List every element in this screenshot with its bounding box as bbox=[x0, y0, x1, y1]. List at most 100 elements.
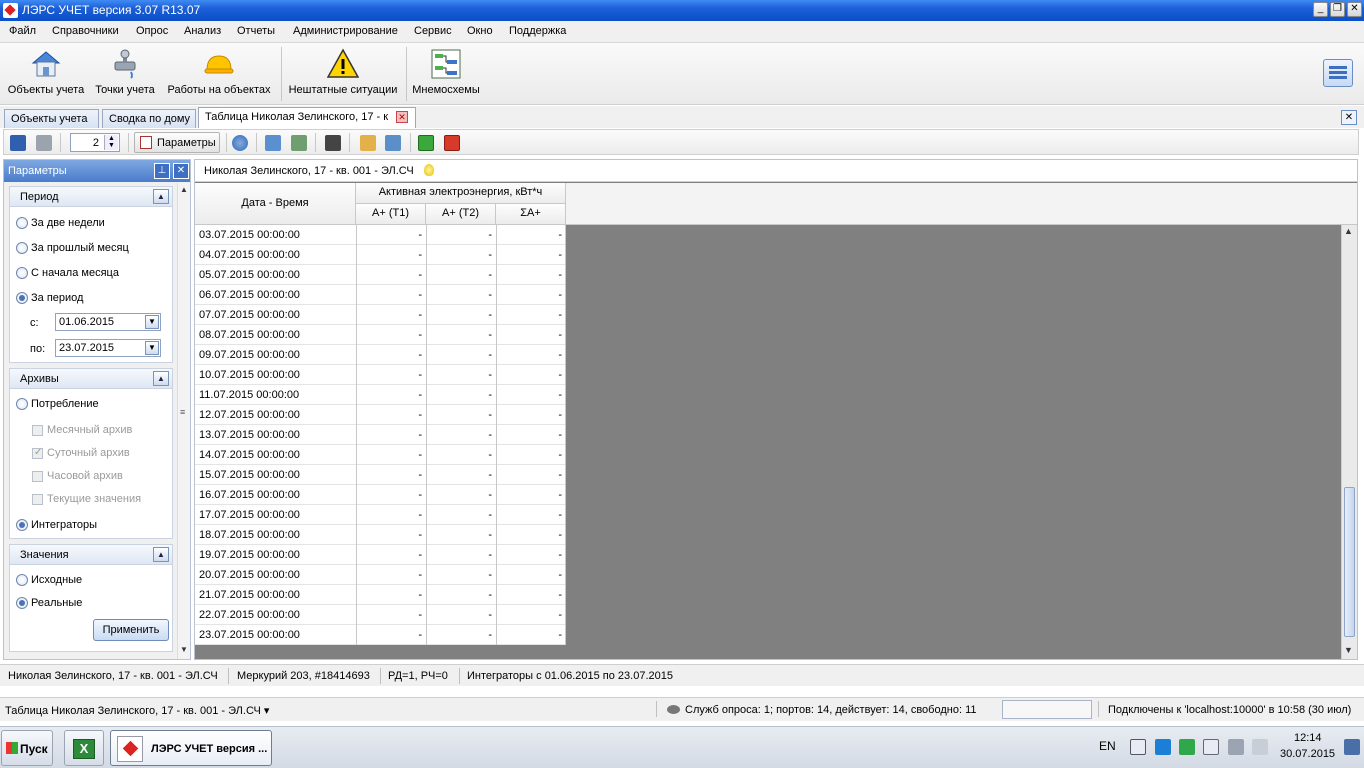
close-window-button[interactable]: ✕ bbox=[1347, 2, 1362, 17]
table-row[interactable]: 14.07.2015 00:00:00 - - - bbox=[195, 445, 566, 465]
menu-analysis[interactable]: Анализ bbox=[184, 25, 221, 37]
scroll-down-icon[interactable]: ▼ bbox=[1344, 645, 1353, 655]
excel-taskbar-button[interactable]: X bbox=[64, 730, 104, 766]
checkbox-hourly[interactable] bbox=[32, 471, 43, 482]
scroll-grip-icon[interactable]: ≡ bbox=[180, 407, 185, 417]
date-from-field[interactable]: 01.06.2015 ▼ bbox=[55, 313, 161, 331]
table-row[interactable]: 07.07.2015 00:00:00 - - - bbox=[195, 305, 566, 325]
table-row[interactable]: 23.07.2015 00:00:00 - - - bbox=[195, 625, 566, 645]
table-row[interactable]: 13.07.2015 00:00:00 - - - bbox=[195, 425, 566, 445]
pin-icon[interactable]: ⊥ bbox=[154, 163, 170, 179]
lers-taskbar-button[interactable]: ЛЭРС УЧЕТ версия ... bbox=[110, 730, 272, 766]
params-button[interactable]: Параметры bbox=[134, 132, 220, 153]
radio-period[interactable] bbox=[16, 292, 28, 304]
table-row[interactable]: 17.07.2015 00:00:00 - - - bbox=[195, 505, 566, 525]
scroll-up-icon[interactable]: ▲ bbox=[178, 185, 190, 197]
tab-objects[interactable]: Объекты учета bbox=[4, 109, 99, 128]
volume-icon[interactable] bbox=[1252, 739, 1268, 755]
precision-spinner[interactable]: 2 ▲ ▼ bbox=[70, 133, 120, 152]
radio-source-values[interactable] bbox=[16, 574, 28, 586]
print-icon[interactable] bbox=[36, 135, 52, 151]
collapse-icon[interactable]: ▲ bbox=[153, 189, 169, 204]
scroll-thumb[interactable] bbox=[1344, 487, 1355, 637]
start-button[interactable]: Пуск bbox=[1, 730, 53, 766]
menu-polling[interactable]: Опрос bbox=[136, 25, 168, 37]
radio-two-weeks[interactable] bbox=[16, 217, 28, 229]
skype-icon[interactable] bbox=[1155, 739, 1171, 755]
table-row[interactable]: 18.07.2015 00:00:00 - - - bbox=[195, 525, 566, 545]
works-button[interactable]: Работы на объектах bbox=[164, 48, 274, 96]
radio-real-values[interactable] bbox=[16, 597, 28, 609]
schemes-button[interactable]: Мнемосхемы bbox=[411, 48, 481, 96]
flag-icon[interactable] bbox=[1203, 739, 1219, 755]
checkbox-monthly[interactable] bbox=[32, 425, 43, 436]
values-group-header[interactable]: Значения ▲ bbox=[10, 545, 172, 565]
active-window-selector[interactable]: Таблица Николая Зелинского, 17 - кв. 001… bbox=[5, 704, 269, 717]
table-row[interactable]: 16.07.2015 00:00:00 - - - bbox=[195, 485, 566, 505]
red-square-icon[interactable] bbox=[444, 135, 460, 151]
menu-reports[interactable]: Отчеты bbox=[237, 25, 275, 37]
tab-close-icon[interactable]: ✕ bbox=[396, 111, 408, 123]
minimize-button[interactable]: _ bbox=[1313, 2, 1328, 17]
panel-close-icon[interactable]: ✕ bbox=[173, 163, 189, 179]
collapse-icon[interactable]: ▲ bbox=[153, 371, 169, 386]
save-icon[interactable] bbox=[10, 135, 26, 151]
document-edit-icon[interactable] bbox=[360, 135, 376, 151]
table-row[interactable]: 22.07.2015 00:00:00 - - - bbox=[195, 605, 566, 625]
table-row[interactable]: 12.07.2015 00:00:00 - - - bbox=[195, 405, 566, 425]
menu-references[interactable]: Справочники bbox=[52, 25, 119, 37]
column-header-datetime[interactable]: Дата - Время bbox=[195, 183, 356, 225]
house-small-icon[interactable] bbox=[265, 135, 281, 151]
radio-consumption[interactable] bbox=[16, 398, 28, 410]
bell-icon[interactable] bbox=[325, 135, 341, 151]
menu-administration[interactable]: Администрирование bbox=[293, 25, 398, 37]
spinner-arrows-icon[interactable]: ▲ ▼ bbox=[104, 135, 118, 150]
layout-menu-button[interactable] bbox=[1323, 59, 1353, 87]
archives-group-header[interactable]: Архивы ▲ bbox=[10, 369, 172, 389]
column-header-t2[interactable]: A+ (T2) bbox=[426, 204, 496, 225]
collapse-icon[interactable]: ▲ bbox=[153, 547, 169, 562]
table-row[interactable]: 19.07.2015 00:00:00 - - - bbox=[195, 545, 566, 565]
sync-icon[interactable] bbox=[1179, 739, 1195, 755]
checkbox-daily[interactable] bbox=[32, 447, 43, 459]
windows-grid-icon[interactable] bbox=[1130, 739, 1146, 755]
calculator-icon[interactable] bbox=[385, 135, 401, 151]
period-group-header[interactable]: Период ▲ bbox=[10, 187, 172, 207]
table-row[interactable]: 21.07.2015 00:00:00 - - - bbox=[195, 585, 566, 605]
apply-button[interactable]: Применить bbox=[93, 619, 169, 641]
scroll-up-icon[interactable]: ▲ bbox=[1344, 226, 1353, 236]
menu-service[interactable]: Сервис bbox=[414, 25, 452, 37]
grid-scrollbar[interactable]: ▲ ▼ bbox=[1341, 225, 1357, 659]
restore-button[interactable]: ❐ bbox=[1330, 2, 1345, 17]
menu-file[interactable]: Файл bbox=[9, 25, 36, 37]
refresh-icon[interactable] bbox=[232, 135, 248, 151]
table-row[interactable]: 10.07.2015 00:00:00 - - - bbox=[195, 365, 566, 385]
table-row[interactable]: 09.07.2015 00:00:00 - - - bbox=[195, 345, 566, 365]
objects-button[interactable]: Объекты учета bbox=[4, 48, 88, 96]
table-row[interactable]: 03.07.2015 00:00:00 - - - bbox=[195, 225, 566, 245]
radio-integrators[interactable] bbox=[16, 519, 28, 531]
green-square-icon[interactable] bbox=[418, 135, 434, 151]
emergency-button[interactable]: Нештатные ситуации bbox=[285, 48, 401, 96]
table-row[interactable]: 11.07.2015 00:00:00 - - - bbox=[195, 385, 566, 405]
tab-house-summary[interactable]: Сводка по дому bbox=[102, 109, 196, 128]
table-row[interactable]: 05.07.2015 00:00:00 - - - bbox=[195, 265, 566, 285]
table-row[interactable]: 04.07.2015 00:00:00 - - - bbox=[195, 245, 566, 265]
table-row[interactable]: 15.07.2015 00:00:00 - - - bbox=[195, 465, 566, 485]
table-row[interactable]: 08.07.2015 00:00:00 - - - bbox=[195, 325, 566, 345]
language-indicator[interactable]: EN bbox=[1099, 739, 1116, 753]
menu-window[interactable]: Окно bbox=[467, 25, 493, 37]
scroll-down-icon[interactable]: ▼ bbox=[178, 645, 190, 657]
tab-table[interactable]: Таблица Николая Зелинского, 17 - к bbox=[198, 107, 416, 128]
column-header-sum[interactable]: ΣA+ bbox=[496, 204, 566, 225]
chevron-down-icon[interactable]: ▼ bbox=[145, 315, 159, 329]
menu-support[interactable]: Поддержка bbox=[509, 25, 566, 37]
show-desktop-icon[interactable] bbox=[1344, 739, 1360, 755]
radio-month-start[interactable] bbox=[16, 267, 28, 279]
checkbox-current[interactable] bbox=[32, 494, 43, 505]
column-header-t1[interactable]: A+ (T1) bbox=[356, 204, 426, 225]
table-row[interactable]: 06.07.2015 00:00:00 - - - bbox=[195, 285, 566, 305]
network-icon[interactable] bbox=[1228, 739, 1244, 755]
params-scrollbar[interactable]: ▲ ≡ ▼ bbox=[177, 183, 190, 659]
table-row[interactable]: 20.07.2015 00:00:00 - - - bbox=[195, 565, 566, 585]
